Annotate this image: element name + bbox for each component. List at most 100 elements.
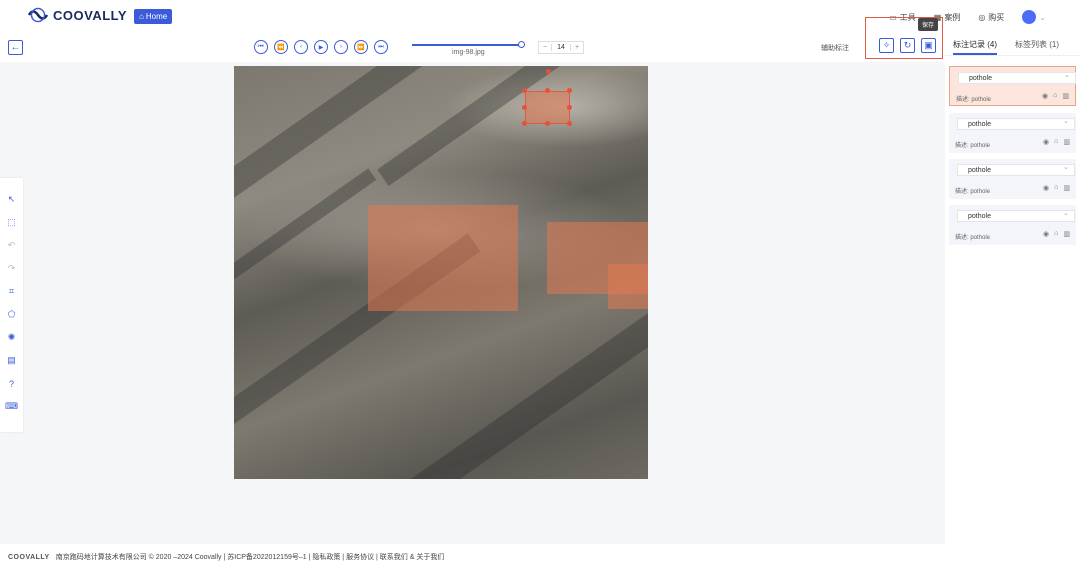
slider-knob[interactable]	[518, 41, 525, 48]
trash-icon[interactable]: ▥	[1063, 184, 1070, 192]
bbox-tool-icon[interactable]: ⬚	[6, 217, 17, 228]
stepper-minus[interactable]: −	[539, 44, 551, 51]
nav-examples-label: 案例	[944, 12, 961, 22]
resize-handle[interactable]	[545, 121, 550, 126]
undo-icon[interactable]: ↶	[6, 240, 17, 251]
playback-controls: ⏮ ⏪ ‹ ▶ › ⏩ ⏭	[254, 40, 388, 54]
pin-icon: ✧	[882, 40, 891, 50]
first-icon: ⏮	[258, 43, 264, 50]
resize-handle[interactable]	[522, 88, 527, 93]
refresh-button[interactable]: ↻	[900, 38, 915, 53]
trash-icon[interactable]: ▥	[1062, 92, 1069, 100]
frame-stepper[interactable]: − 14 +	[538, 41, 584, 54]
shadow-band	[378, 295, 648, 479]
help-icon[interactable]: ?	[6, 378, 17, 389]
shadow-band	[234, 66, 438, 205]
assist-label: 辅助标注	[821, 45, 849, 52]
nav-buy[interactable]: ◎ 购买	[978, 12, 1004, 23]
avatar	[1022, 10, 1037, 24]
coovally-logo-icon	[27, 7, 49, 23]
trash-icon[interactable]: ▥	[1063, 138, 1070, 146]
footer: COOVALLY 南京跑码地计算技术有限公司 © 2020 –2024 Coov…	[0, 544, 1080, 570]
crop-icon[interactable]: ⌗	[6, 286, 17, 297]
stepper-value[interactable]: 14	[551, 44, 571, 51]
lock-icon[interactable]: ⌂	[1054, 230, 1058, 238]
back-button[interactable]: ←	[8, 40, 23, 55]
shadow-band	[234, 168, 377, 318]
lock-icon[interactable]: ⌂	[1054, 138, 1058, 146]
save-icon: ▣	[924, 40, 933, 50]
annotation-record[interactable]: pothole 描述: pothole ◉ ⌂ ▥	[949, 159, 1076, 199]
eye-icon[interactable]: ◉	[1042, 92, 1048, 100]
tab-annotation-records[interactable]: 标注记录 (4)	[953, 39, 997, 55]
rotate-handle[interactable]	[546, 69, 551, 74]
save-tooltip: 保存	[918, 18, 939, 31]
play-icon: ▶	[318, 44, 324, 51]
fast-forward-button[interactable]: ⏩	[354, 40, 368, 54]
polygon-icon[interactable]: ⬠	[6, 309, 17, 320]
annotation-record[interactable]: pothole 描述: pothole ◉ ⌂ ▥	[949, 113, 1076, 153]
bbox-pothole-4[interactable]	[608, 264, 648, 309]
prev-button[interactable]: ‹	[294, 40, 308, 54]
eye-icon[interactable]: ◉	[1043, 138, 1049, 146]
annotation-record[interactable]: pothole 描述: pothole ◉ ⌂ ▥	[949, 66, 1076, 106]
home-label: Home	[145, 12, 168, 21]
record-description: 描述: pothole	[955, 235, 991, 241]
user-menu[interactable]: ⌄	[1022, 10, 1046, 24]
record-actions: ◉ ⌂ ▥	[1043, 184, 1070, 192]
record-actions: ◉ ⌂ ▥	[1043, 230, 1070, 238]
nav-buy-label: 购买	[988, 12, 1005, 22]
document-icon[interactable]: ▤	[6, 355, 17, 366]
select-cursor-icon[interactable]: ↖	[6, 194, 17, 205]
filename: img-98.jpg	[452, 49, 485, 56]
brand-name: COOVALLY	[53, 7, 128, 23]
save-button[interactable]: ▣	[921, 38, 936, 53]
last-frame-button[interactable]: ⏭	[374, 40, 388, 54]
trash-icon[interactable]: ▥	[1063, 230, 1070, 238]
resize-handle[interactable]	[567, 105, 572, 110]
magic-wand-icon[interactable]: ✺	[6, 332, 17, 343]
next-icon: ›	[340, 44, 342, 50]
resize-handle[interactable]	[522, 121, 527, 126]
resize-handle[interactable]	[567, 121, 572, 126]
first-frame-button[interactable]: ⏮	[254, 40, 268, 54]
pin-button[interactable]: ✧	[879, 38, 894, 53]
image-canvas[interactable]	[234, 66, 648, 479]
record-description: 描述: pothole	[955, 143, 991, 149]
sidebar-tabs: 标注记录 (4) 标签列表 (1)	[945, 34, 1080, 56]
play-button[interactable]: ▶	[314, 40, 328, 54]
back-arrow-icon: ←	[10, 42, 21, 53]
resize-handle[interactable]	[545, 88, 550, 93]
bbox-pothole-2[interactable]	[368, 205, 518, 311]
label-select[interactable]: pothole	[958, 70, 1076, 84]
record-actions: ◉ ⌂ ▥	[1042, 92, 1069, 100]
tab-label-list[interactable]: 标签列表 (1)	[1015, 39, 1059, 50]
home-icon: ⌂	[139, 12, 144, 21]
lock-icon[interactable]: ⌂	[1054, 184, 1058, 192]
label-select[interactable]: pothole	[957, 162, 1075, 176]
next-button[interactable]: ›	[334, 40, 348, 54]
stepper-plus[interactable]: +	[571, 44, 583, 51]
record-description: 描述: pothole	[956, 97, 992, 103]
keyboard-icon[interactable]: ⌨	[5, 401, 18, 412]
record-description: 描述: pothole	[955, 189, 991, 195]
bbox-pothole-1[interactable]	[525, 91, 570, 124]
footer-text[interactable]: 南京跑码地计算技术有限公司 © 2020 –2024 Coovally | 苏I…	[56, 552, 445, 562]
label-select[interactable]: pothole	[957, 116, 1075, 130]
redo-icon[interactable]: ↷	[6, 263, 17, 274]
label-select[interactable]: pothole	[957, 208, 1075, 222]
annotation-sidebar: 标注记录 (4) 标签列表 (1) pothole 描述: pothole ◉ ⌂…	[945, 34, 1080, 544]
resize-handle[interactable]	[522, 105, 527, 110]
refresh-icon: ↻	[903, 40, 912, 50]
rewind-button[interactable]: ⏪	[274, 40, 288, 54]
record-actions: ◉ ⌂ ▥	[1043, 138, 1070, 146]
home-button[interactable]: ⌂ Home	[134, 9, 173, 24]
prev-fast-icon: ⏪	[277, 44, 285, 51]
resize-handle[interactable]	[567, 88, 572, 93]
frame-slider[interactable]	[412, 41, 525, 48]
lock-icon[interactable]: ⌂	[1053, 92, 1057, 100]
eye-icon[interactable]: ◉	[1043, 230, 1049, 238]
eye-icon[interactable]: ◉	[1043, 184, 1049, 192]
logo[interactable]: COOVALLY	[27, 7, 127, 23]
annotation-record[interactable]: pothole 描述: pothole ◉ ⌂ ▥	[949, 205, 1076, 245]
